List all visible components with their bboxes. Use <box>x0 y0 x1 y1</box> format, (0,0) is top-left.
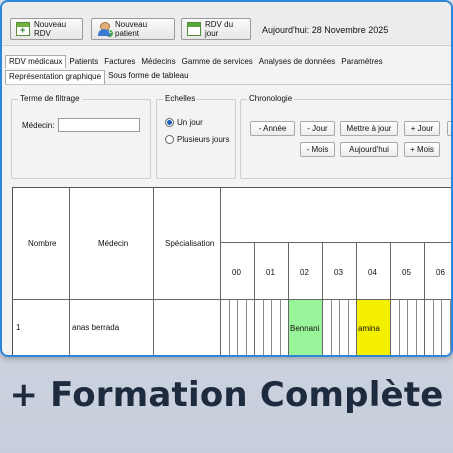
un-jour-label: Un jour <box>177 118 203 127</box>
radio-unselected-icon <box>165 135 174 144</box>
grid-divider <box>153 188 154 355</box>
appointment-bennani[interactable]: Bennani <box>289 300 322 355</box>
tab-analyses[interactable]: Analyses de données <box>256 56 339 68</box>
hour-label-04: 04 <box>368 268 377 277</box>
radio-un-jour[interactable]: Un jour <box>165 118 203 127</box>
main-menu: RDV médicaux Patients Factures Médecins … <box>2 54 451 68</box>
new-patient-button[interactable]: + Nouveau patient <box>91 18 175 40</box>
slot-divider <box>339 299 340 355</box>
tab-tableau[interactable]: Sous forme de tableau <box>105 70 192 84</box>
schedule-grid: Nombre Médecin Spécialisation 1 anas ber… <box>12 187 451 355</box>
user-add-icon: + <box>97 22 113 37</box>
slot-divider <box>449 299 451 355</box>
calendar-add-icon <box>16 22 30 36</box>
update-button[interactable]: Mettre à jour <box>340 121 398 136</box>
rdv-today-label: RDV du jour <box>205 20 234 38</box>
app-window: Nouveau RDV + Nouveau patient RDV du jou… <box>0 0 453 357</box>
slot-divider <box>262 299 264 355</box>
plus-month-button[interactable]: + Mois <box>404 142 440 157</box>
medecin-input[interactable] <box>58 118 140 132</box>
tab-graphique[interactable]: Représentation graphique <box>5 70 106 84</box>
filter-group: Terme de filtrage Médecin: <box>11 94 151 179</box>
hour-label-06: 06 <box>436 268 445 277</box>
slot-divider <box>237 299 238 355</box>
filter-title: Terme de filtrage <box>18 94 82 103</box>
hour-label-03: 03 <box>334 268 343 277</box>
tab-medecins[interactable]: Médecins <box>138 56 178 68</box>
new-rdv-button[interactable]: Nouveau RDV <box>10 18 83 40</box>
slot-divider <box>432 299 434 355</box>
row-medecin: anas berrada <box>72 323 120 332</box>
header-specialisation: Spécialisation <box>165 239 215 248</box>
slot-divider <box>245 299 247 355</box>
chronology-group: Chronologie - Année - Jour Mettre à jour… <box>240 94 451 179</box>
minus-day-button[interactable]: - Jour <box>300 121 335 136</box>
hour-divider <box>322 242 323 355</box>
header-medecin: Médecin <box>98 239 129 248</box>
slot-divider <box>415 299 417 355</box>
scales-title: Echelles <box>163 94 198 103</box>
slot-divider <box>407 299 408 355</box>
rdv-today-button[interactable]: RDV du jour <box>181 18 251 40</box>
tab-factures[interactable]: Factures <box>101 56 138 68</box>
hour-divider <box>390 242 391 355</box>
new-rdv-label: Nouveau RDV <box>34 20 67 38</box>
slot-divider <box>279 299 281 355</box>
plusieurs-jours-label: Plusieurs jours <box>177 135 230 144</box>
radio-plusieurs-jours[interactable]: Plusieurs jours <box>165 135 229 144</box>
slot-divider <box>271 299 272 355</box>
medecin-label: Médecin: <box>22 121 55 130</box>
slot-divider <box>441 299 442 355</box>
hour-divider <box>254 242 255 355</box>
calendar-today-icon <box>187 22 201 36</box>
tab-parametres[interactable]: Paramètres <box>338 56 385 68</box>
toolbar: Nouveau RDV + Nouveau patient RDV du jou… <box>2 2 451 46</box>
grid-divider <box>69 188 70 355</box>
filter-panel: Terme de filtrage Médecin: Echelles Un j… <box>5 84 451 182</box>
radio-selected-icon <box>165 118 174 127</box>
slot-divider <box>330 299 332 355</box>
slot-divider <box>347 299 349 355</box>
today-date: Aujourd'hui: 28 Novembre 2025 <box>262 25 389 35</box>
hour-label-05: 05 <box>402 268 411 277</box>
new-patient-label: Nouveau patient <box>115 20 148 38</box>
tab-patients[interactable]: Patients <box>66 56 101 68</box>
scales-group: Echelles Un jour Plusieurs jours <box>156 94 236 179</box>
row-nombre: 1 <box>16 323 21 332</box>
header-nombre: Nombre <box>28 239 57 248</box>
grid-divider <box>220 188 221 355</box>
slot-divider <box>398 299 400 355</box>
hour-label-01: 01 <box>266 268 275 277</box>
hour-divider <box>424 242 425 355</box>
next-button-partial[interactable] <box>447 121 451 136</box>
view-tabs: Représentation graphique Sous forme de t… <box>5 70 192 84</box>
hour-label-00: 00 <box>232 268 241 277</box>
chronology-title: Chronologie <box>247 94 295 103</box>
hour-label-02: 02 <box>300 268 309 277</box>
plus-day-button[interactable]: + Jour <box>404 121 440 136</box>
tab-gamme-services[interactable]: Gamme de services <box>179 56 256 68</box>
today-button[interactable]: Aujourd'hui <box>340 142 398 157</box>
tab-rdv-medicaux[interactable]: RDV médicaux <box>5 55 67 68</box>
minus-month-button[interactable]: - Mois <box>300 142 335 157</box>
appointment-amina[interactable]: amina <box>357 300 390 355</box>
slot-divider <box>228 299 230 355</box>
promo-banner: + Formation Complète <box>9 375 444 415</box>
minus-year-button[interactable]: - Année <box>250 121 295 136</box>
